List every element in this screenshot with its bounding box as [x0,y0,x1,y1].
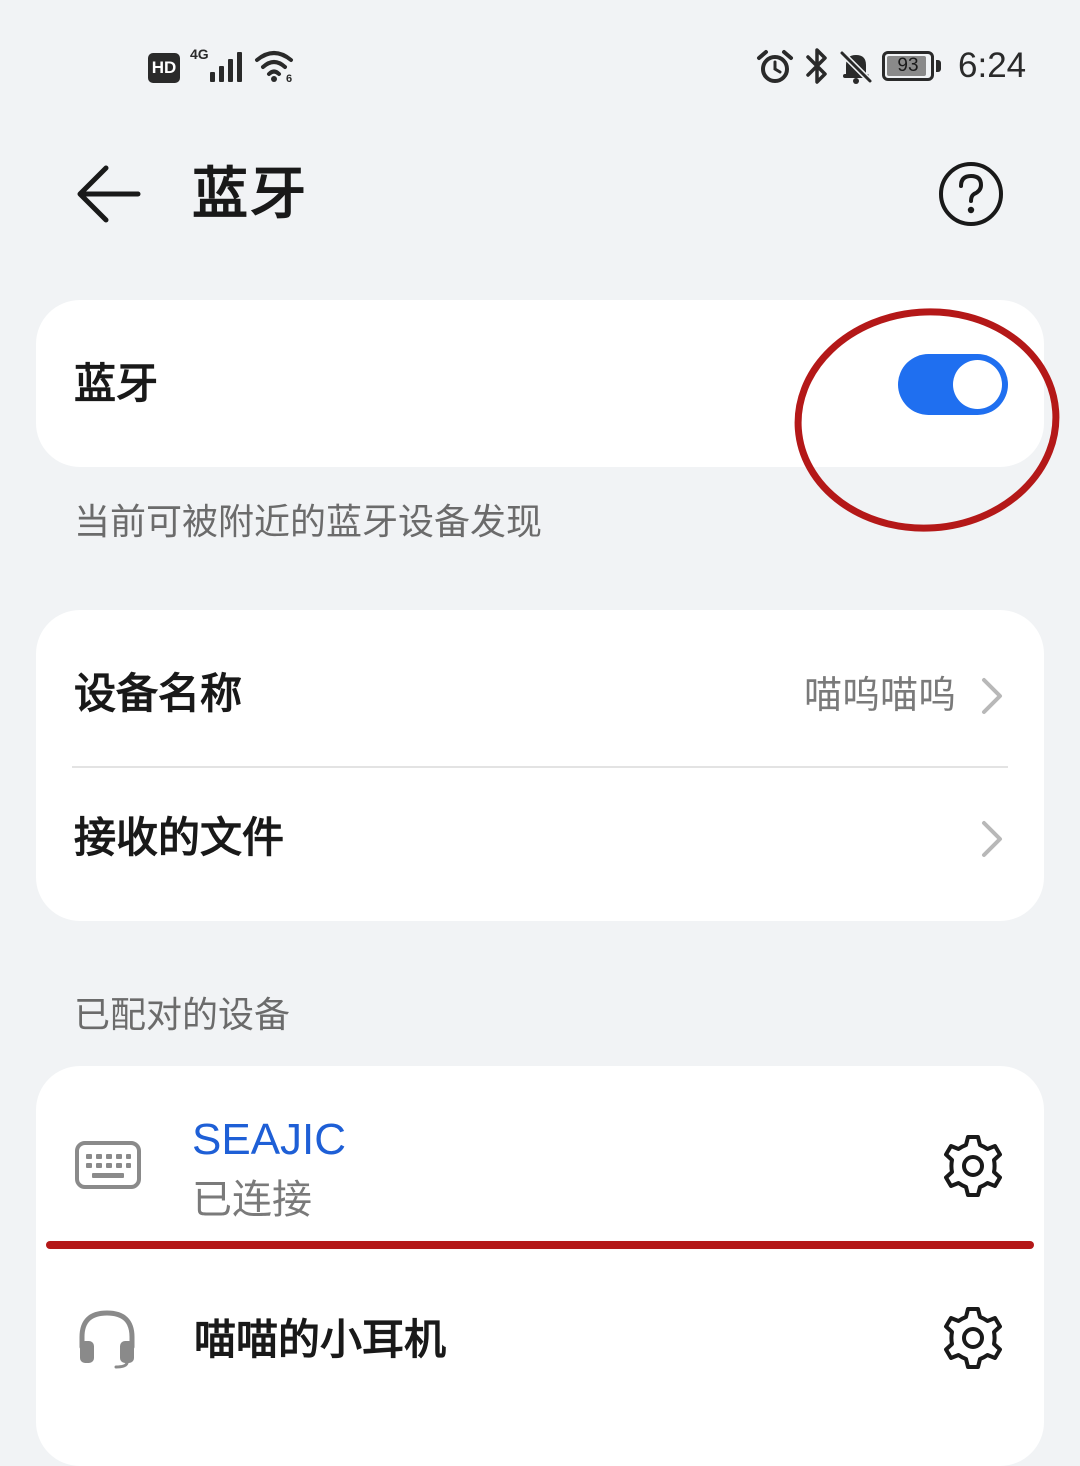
keyboard-icon [75,1141,141,1189]
headphones-icon [79,1310,135,1369]
battery-icon: 93 [882,51,934,81]
bluetooth-icon [806,48,827,84]
paired-device-name: SEAJIC [192,1115,347,1164]
paired-device-row[interactable] [36,1252,1044,1416]
battery-nub [936,60,941,72]
paired-device-row[interactable] [36,1066,1044,1241]
hd-badge: HD [148,53,180,83]
paired-device-name: 喵喵的小耳机 [194,1315,447,1364]
signal-icon [210,52,242,82]
chevron-right-icon [982,678,1002,714]
svg-text:6: 6 [286,73,292,84]
gear-icon[interactable] [940,1305,1006,1371]
network-type-label: 4G [190,46,209,62]
mute-icon [839,50,873,84]
status-bar: HD 4G 6 93 6:24 [0,0,1080,130]
question-circle-icon [939,162,1003,226]
annotation-circle [794,308,1060,532]
bluetooth-toggle-label: 蓝牙 [74,359,159,408]
device-name-value: 喵呜喵呜 [803,673,956,717]
visibility-caption: 当前可被附近的蓝牙设备发现 [74,502,543,543]
help-button[interactable] [938,161,1004,227]
arrow-left-icon [77,165,141,223]
chevron-right-icon [982,821,1002,857]
device-name-label: 设备名称 [74,669,243,718]
annotation-underline [46,1241,1034,1249]
gear-icon[interactable] [940,1133,1006,1199]
page-title: 蓝牙 [192,162,308,227]
paired-devices-caption: 已配对的设备 [74,995,291,1036]
paired-device-status: 已连接 [192,1177,312,1223]
clock: 6:24 [958,46,1027,85]
received-files-label: 接收的文件 [74,813,285,862]
back-button[interactable] [68,158,144,230]
battery-level: 93 [897,55,919,76]
alarm-icon [757,50,793,83]
wifi-icon: 6 [255,51,293,84]
